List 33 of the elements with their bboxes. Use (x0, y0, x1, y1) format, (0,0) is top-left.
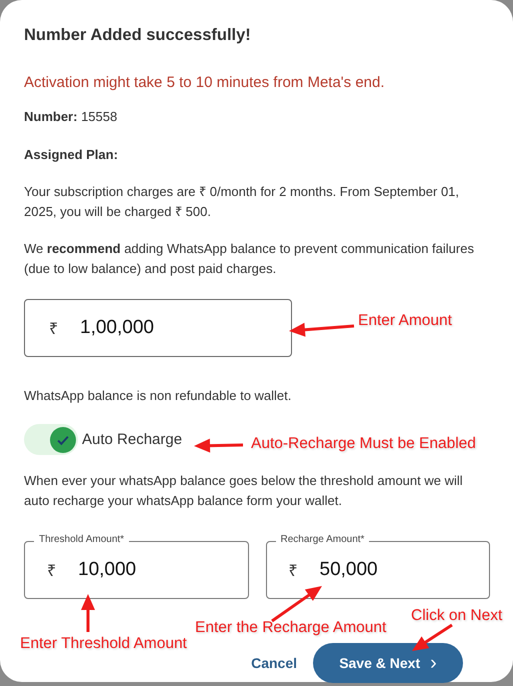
refund-note: WhatsApp balance is non refundable to wallet. (24, 387, 292, 405)
number-text: Number: 15558 (24, 108, 118, 126)
amount-input-field[interactable]: Threshold Amount* ₹ 10,000 (24, 533, 248, 599)
arrow-annotation (81, 594, 95, 632)
activation-notice: Activation might take 5 to 10 minutes from Meta's end. (24, 74, 386, 91)
chevron-icon: › (430, 653, 437, 673)
arrow-annotation (194, 438, 244, 453)
arrow-annotation (289, 322, 354, 337)
dialog-title: Number Added successfully! (24, 26, 252, 45)
annotation-text: Click on Next (411, 607, 502, 625)
field-value: 50,000 (320, 559, 378, 581)
cancel-button[interactable]: Cancel (247, 651, 301, 675)
arrow-annotation (271, 586, 322, 622)
field-label: Recharge Amount* (276, 533, 370, 547)
auto-recharge-label: Auto Recharge (82, 431, 182, 448)
subscription-text: Your subscription charges are ₹ 0/month for 2 months. From September 01, 2025, you will be charged ₹ 500. (24, 183, 460, 221)
recommend-text: We recommend adding WhatsApp balance to prevent communication failures (due to low balance) and post paid charges. (24, 240, 475, 278)
arrow-annotation (412, 624, 453, 651)
plan-label: Assigned Plan: (24, 146, 119, 164)
amount-value: 1,00,000 (80, 317, 154, 339)
annotation-text: Enter Amount (358, 312, 452, 330)
rupee-symbol: ₹ (47, 562, 56, 581)
auto-recharge-toggle[interactable] (24, 424, 78, 455)
amount-field[interactable]: ₹ 1,00,000 (24, 299, 292, 357)
auto-recharge-note: When ever your whatsApp balance goes below the threshold amount we will auto recharge your whatsApp balance form your wallet. (24, 472, 464, 510)
rupee-symbol: ₹ (288, 562, 298, 581)
annotation-text: Auto-Recharge Must be Enabled (251, 435, 476, 453)
annotation-text: Enter Threshold Amount (20, 635, 187, 653)
amount-input-field[interactable]: Recharge Amount* ₹ 50,000 (266, 533, 490, 599)
annotation-text: Enter the Recharge Amount (195, 619, 386, 637)
rupee-symbol: ₹ (49, 320, 58, 339)
save-next-button[interactable]: Save & Next › (313, 643, 463, 683)
field-value: 10,000 (78, 559, 136, 581)
